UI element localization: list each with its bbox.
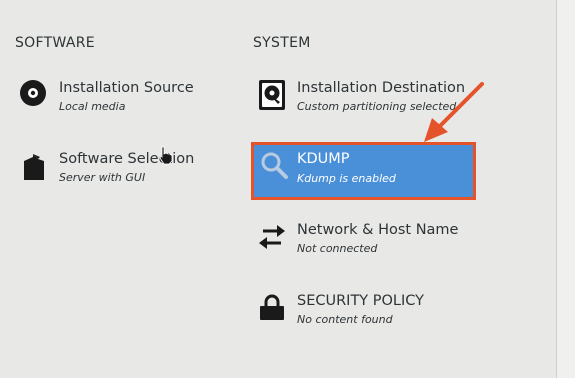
system-heading: SYSTEM <box>253 35 311 51</box>
spoke-status: Local media <box>59 100 126 113</box>
spoke-status: Not connected <box>297 242 378 255</box>
annotation-arrow-icon <box>424 82 484 142</box>
spoke-title: SECURITY POLICY <box>297 293 425 309</box>
lock-icon <box>260 294 284 320</box>
package-icon <box>24 154 44 180</box>
magnifier-icon <box>261 152 288 179</box>
spoke-installation-source[interactable]: Installation Source Local media <box>19 80 219 120</box>
vertical-scrollbar[interactable] <box>556 0 575 378</box>
disc-icon <box>20 80 46 106</box>
spoke-title: KDUMP <box>297 151 350 167</box>
spoke-status: Kdump is enabled <box>297 172 396 185</box>
spoke-title: Installation Source <box>59 80 194 96</box>
software-heading: SOFTWARE <box>15 35 95 51</box>
spoke-status: No content found <box>297 313 393 326</box>
spoke-network-host-name[interactable]: Network & Host Name Not connected <box>257 222 477 262</box>
spoke-title: Network & Host Name <box>297 222 459 238</box>
spoke-status: Server with GUI <box>59 171 146 184</box>
network-arrows-icon <box>259 225 285 249</box>
spoke-security-policy[interactable]: SECURITY POLICY No content found <box>257 293 477 333</box>
hand-cursor-icon <box>159 146 173 165</box>
spoke-software-selection[interactable]: Software Selection Server with GUI <box>19 151 219 191</box>
harddisk-icon <box>259 80 285 110</box>
